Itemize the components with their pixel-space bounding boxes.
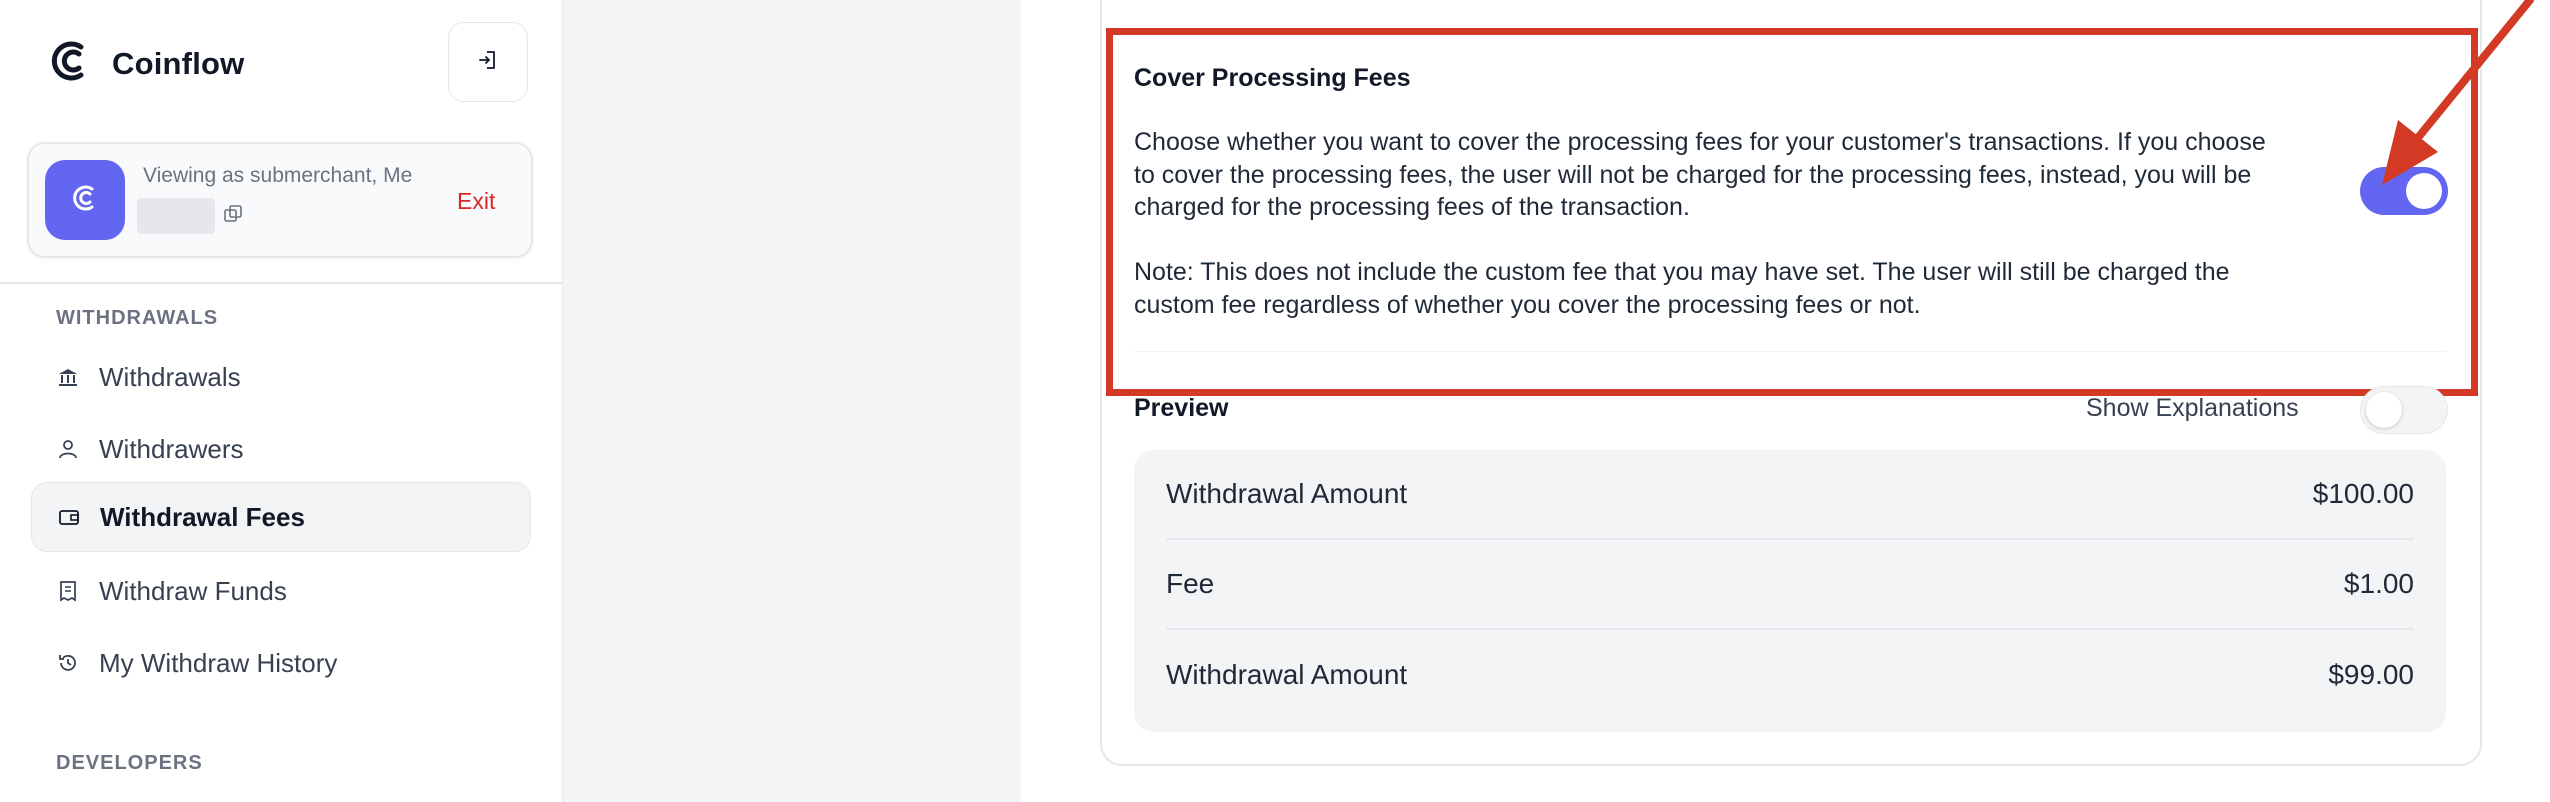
preview-row-label: Withdrawal Amount xyxy=(1166,478,1408,509)
wallet-icon xyxy=(58,506,80,528)
sidebar-item-withdrawals[interactable]: Withdrawals xyxy=(31,342,531,412)
sidebar-item-withdraw-funds[interactable]: Withdraw Funds xyxy=(31,556,531,626)
sidebar: Coinflow Viewing as submerchant, Me Exit… xyxy=(0,0,563,802)
fee-preview-table: Withdrawal Amount $100.00 Fee $1.00 With… xyxy=(1134,450,2446,732)
brand-name: Coinflow xyxy=(112,45,245,81)
sidebar-divider xyxy=(0,282,562,284)
merchant-id-redacted xyxy=(137,198,215,234)
user-icon xyxy=(57,438,79,460)
preview-row-label: Withdrawal Amount xyxy=(1166,659,1408,690)
show-explanations-toggle[interactable] xyxy=(2360,386,2448,434)
main-background xyxy=(563,0,1021,802)
sidebar-item-label: Withdrawers xyxy=(99,433,244,464)
sidebar-item-withdrawers[interactable]: Withdrawers xyxy=(31,414,531,484)
preview-row-value: $99.00 xyxy=(2328,659,2414,690)
history-icon xyxy=(57,652,79,674)
viewing-as-label: Viewing as submerchant, Me xyxy=(143,164,413,187)
sidebar-item-label: Withdraw Funds xyxy=(99,575,287,606)
toggle-knob xyxy=(2366,392,2402,428)
exit-button[interactable]: Exit xyxy=(457,188,495,215)
coinflow-mark-icon xyxy=(70,183,100,218)
logout-button[interactable] xyxy=(448,22,528,102)
sidebar-item-label: Withdrawal Fees xyxy=(100,501,305,532)
bank-icon xyxy=(57,366,79,388)
coinflow-logo-icon xyxy=(48,38,94,89)
annotation-highlight-box xyxy=(1106,28,2478,396)
sidebar-item-withdrawal-fees[interactable]: Withdrawal Fees xyxy=(31,482,531,552)
section-heading-withdrawals: WITHDRAWALS xyxy=(56,307,219,329)
show-explanations-label: Show Explanations xyxy=(2086,394,2299,422)
preview-row-label: Fee xyxy=(1166,568,1215,599)
submerchant-card: Viewing as submerchant, Me Exit xyxy=(27,142,533,258)
preview-row: Withdrawal Amount $100.00 xyxy=(1166,450,2414,540)
sign-out-icon xyxy=(477,49,499,76)
preview-title: Preview xyxy=(1134,394,1229,422)
sidebar-item-label: Withdrawals xyxy=(99,361,241,392)
annotation-arrow-icon xyxy=(2382,0,2534,185)
section-heading-developers: DEVELOPERS xyxy=(56,752,203,774)
preview-row-value: $1.00 xyxy=(2343,568,2414,599)
preview-row-value: $100.00 xyxy=(2312,478,2414,509)
sidebar-item-label: My Withdraw History xyxy=(99,647,338,678)
coinflow-logo[interactable]: Coinflow xyxy=(48,38,244,89)
copy-icon[interactable] xyxy=(223,204,243,229)
preview-row: Withdrawal Amount $99.00 xyxy=(1166,630,2414,720)
sidebar-item-my-withdraw-history[interactable]: My Withdraw History xyxy=(31,628,531,698)
avatar xyxy=(45,160,125,240)
preview-row: Fee $1.00 xyxy=(1166,540,2414,630)
receipt-icon xyxy=(57,580,79,602)
